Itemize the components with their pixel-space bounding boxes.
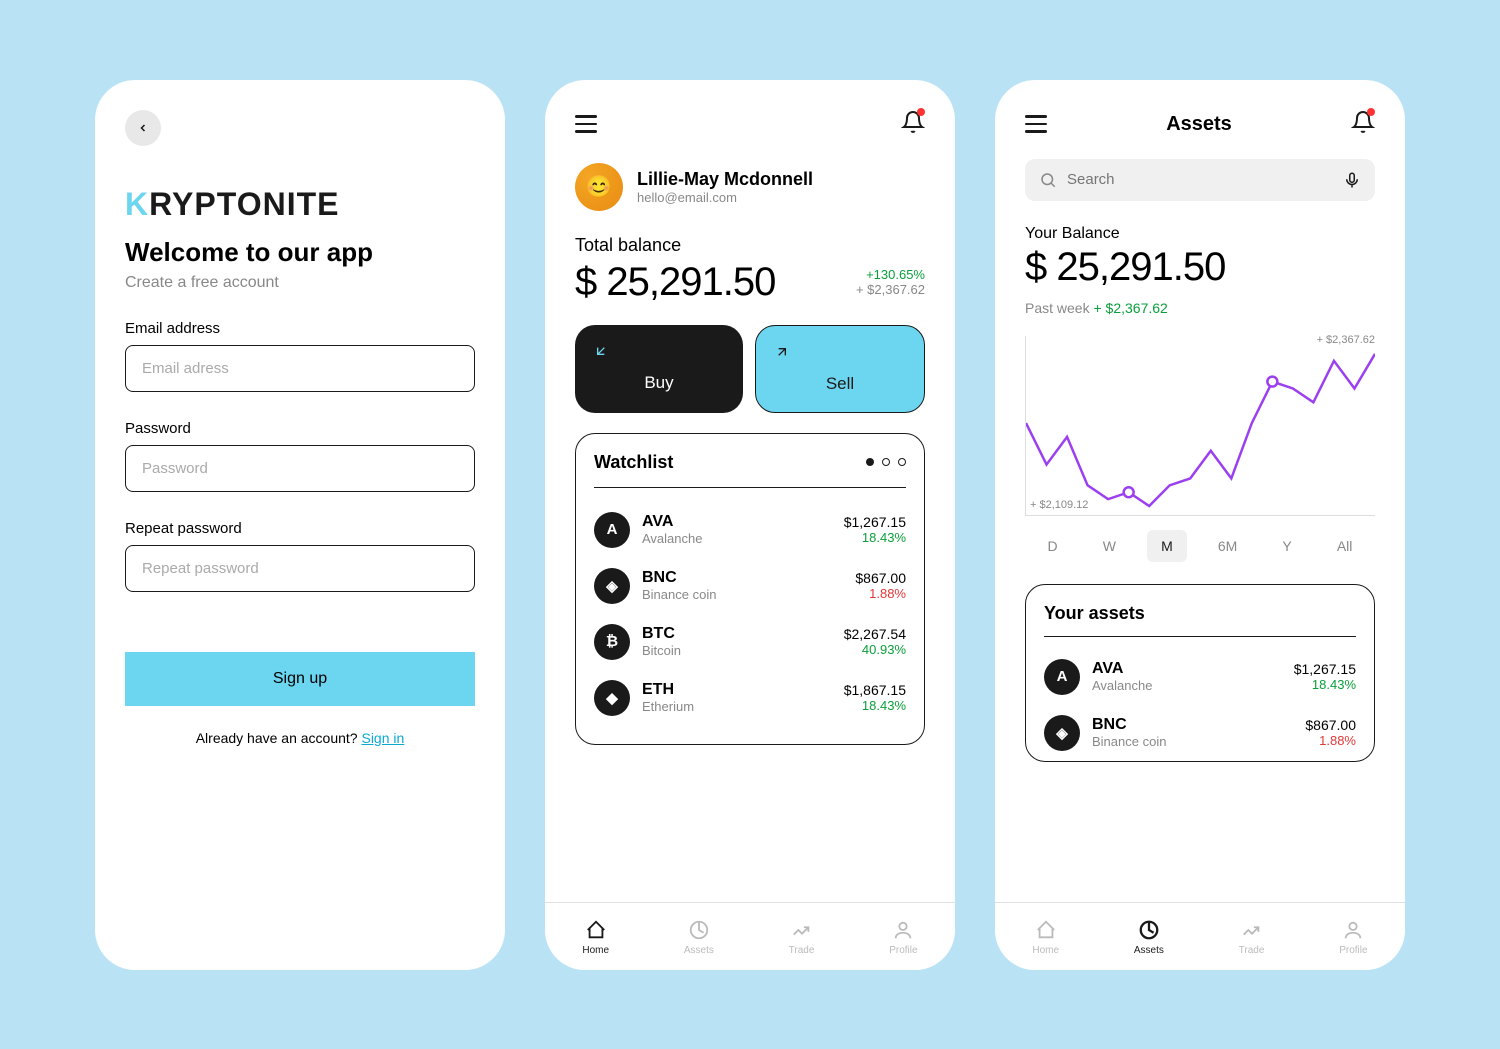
coin-row[interactable]: A AVA Avalanche $1,267.15 18.43%	[594, 502, 906, 558]
coin-name: Binance coin	[1092, 734, 1293, 749]
menu-icon[interactable]	[1025, 115, 1047, 133]
your-balance-label: Your Balance	[1025, 225, 1375, 243]
total-balance-label: Total balance	[575, 235, 925, 256]
coin-row[interactable]: ◆ ETH Etherium $1,867.15 18.43%	[594, 670, 906, 726]
coin-name: Avalanche	[642, 531, 832, 546]
nav-assets[interactable]: Assets	[684, 919, 714, 956]
range-tab-all[interactable]: All	[1323, 530, 1367, 562]
total-balance-amount: $ 25,291.50	[575, 260, 775, 305]
signup-screen: KRYPTONITE Welcome to our app Create a f…	[95, 80, 505, 970]
page-title: Assets	[1166, 113, 1232, 136]
notifications-button[interactable]	[1351, 110, 1375, 139]
repeat-password-field[interactable]	[125, 545, 475, 592]
search-icon	[1039, 171, 1057, 189]
nav-home[interactable]: Home	[582, 919, 609, 956]
welcome-subtitle: Create a free account	[125, 274, 475, 292]
your-assets-card: Your assets A AVA Avalanche $1,267.15 18…	[1025, 584, 1375, 762]
coin-price: $1,267.15	[844, 514, 906, 530]
nav-trade[interactable]: Trade	[789, 919, 815, 956]
range-tab-m[interactable]: M	[1147, 530, 1187, 562]
coin-price: $1,867.15	[844, 682, 906, 698]
coin-row[interactable]: ◈ BNC Binance coin $867.00 1.88%	[594, 558, 906, 614]
coin-price: $1,267.15	[1294, 661, 1356, 677]
mic-icon[interactable]	[1343, 171, 1361, 189]
user-email: hello@email.com	[637, 190, 813, 205]
password-label: Password	[125, 420, 475, 437]
range-tab-y[interactable]: Y	[1268, 530, 1305, 562]
coin-icon: ₿	[594, 624, 630, 660]
password-field[interactable]	[125, 445, 475, 492]
your-balance-amount: $ 25,291.50	[1025, 245, 1375, 290]
coin-row[interactable]: ◈ BNC Binance coin $867.00 1.88%	[1044, 705, 1356, 761]
coin-icon: A	[1044, 659, 1080, 695]
range-tab-w[interactable]: W	[1089, 530, 1130, 562]
coin-price: $867.00	[1305, 717, 1356, 733]
coin-name: Binance coin	[642, 587, 843, 602]
coin-icon: ◈	[594, 568, 630, 604]
signin-link[interactable]: Sign in	[361, 730, 404, 746]
coin-change: 18.43%	[1294, 677, 1356, 692]
notifications-button[interactable]	[901, 110, 925, 139]
coin-icon: A	[594, 512, 630, 548]
search-bar[interactable]	[1025, 159, 1375, 201]
buy-button[interactable]: Buy	[575, 325, 743, 413]
coin-icon: ◆	[594, 680, 630, 716]
range-tab-6m[interactable]: 6M	[1204, 530, 1251, 562]
assets-screen: Assets Your Balance $ 25,291.50 Past wee…	[995, 80, 1405, 970]
pagination-dots[interactable]	[866, 458, 906, 466]
your-assets-title: Your assets	[1044, 603, 1356, 637]
coin-icon: ◈	[1044, 715, 1080, 751]
email-field[interactable]	[125, 345, 475, 392]
coin-symbol: BTC	[642, 625, 832, 643]
coin-change: 1.88%	[1305, 733, 1356, 748]
range-tab-d[interactable]: D	[1034, 530, 1072, 562]
signup-button[interactable]: Sign up	[125, 652, 475, 706]
avatar[interactable]: 😊	[575, 163, 623, 211]
coin-change: 1.88%	[855, 586, 906, 601]
app-logo: KRYPTONITE	[125, 186, 475, 223]
coin-price: $867.00	[855, 570, 906, 586]
coin-row[interactable]: A AVA Avalanche $1,267.15 18.43%	[1044, 649, 1356, 705]
nav-trade[interactable]: Trade	[1239, 919, 1265, 956]
nav-assets[interactable]: Assets	[1134, 919, 1164, 956]
coin-symbol: AVA	[642, 513, 832, 531]
nav-home[interactable]: Home	[1032, 919, 1059, 956]
nav-profile[interactable]: Profile	[1339, 919, 1367, 956]
balance-percent-change: +130.65%	[856, 267, 925, 282]
coin-symbol: ETH	[642, 681, 832, 699]
coin-change: 18.43%	[844, 530, 906, 545]
coin-name: Avalanche	[1092, 678, 1282, 693]
past-week-row: Past week + $2,367.62	[1025, 300, 1375, 316]
sell-button[interactable]: Sell	[755, 325, 925, 413]
already-account-text: Already have an account? Sign in	[125, 730, 475, 746]
user-name: Lillie-May Mcdonnell	[637, 169, 813, 190]
search-input[interactable]	[1067, 171, 1333, 188]
coin-symbol: AVA	[1092, 660, 1282, 678]
welcome-title: Welcome to our app	[125, 237, 475, 268]
email-label: Email address	[125, 320, 475, 337]
coin-row[interactable]: ₿ BTC Bitcoin $2,267.54 40.93%	[594, 614, 906, 670]
home-screen: 😊 Lillie-May Mcdonnell hello@email.com T…	[545, 80, 955, 970]
coin-symbol: BNC	[1092, 716, 1293, 734]
coin-name: Bitcoin	[642, 643, 832, 658]
notification-badge	[1367, 108, 1375, 116]
watchlist-card: Watchlist A AVA Avalanche $1,267.15 18.4…	[575, 433, 925, 745]
coin-change: 40.93%	[844, 642, 906, 657]
balance-chart[interactable]: + $2,367.62 + $2,109.12	[1025, 336, 1375, 516]
coin-name: Etherium	[642, 699, 832, 714]
coin-change: 18.43%	[844, 698, 906, 713]
nav-profile[interactable]: Profile	[889, 919, 917, 956]
balance-amount-change: + $2,367.62	[856, 282, 925, 297]
chart-max-label: + $2,367.62	[1317, 334, 1375, 346]
repeat-password-label: Repeat password	[125, 520, 475, 537]
coin-price: $2,267.54	[844, 626, 906, 642]
coin-symbol: BNC	[642, 569, 843, 587]
watchlist-title: Watchlist	[594, 452, 673, 473]
menu-icon[interactable]	[575, 115, 597, 133]
notification-badge	[917, 108, 925, 116]
back-button[interactable]	[125, 110, 161, 146]
chart-min-label: + $2,109.12	[1030, 499, 1088, 511]
